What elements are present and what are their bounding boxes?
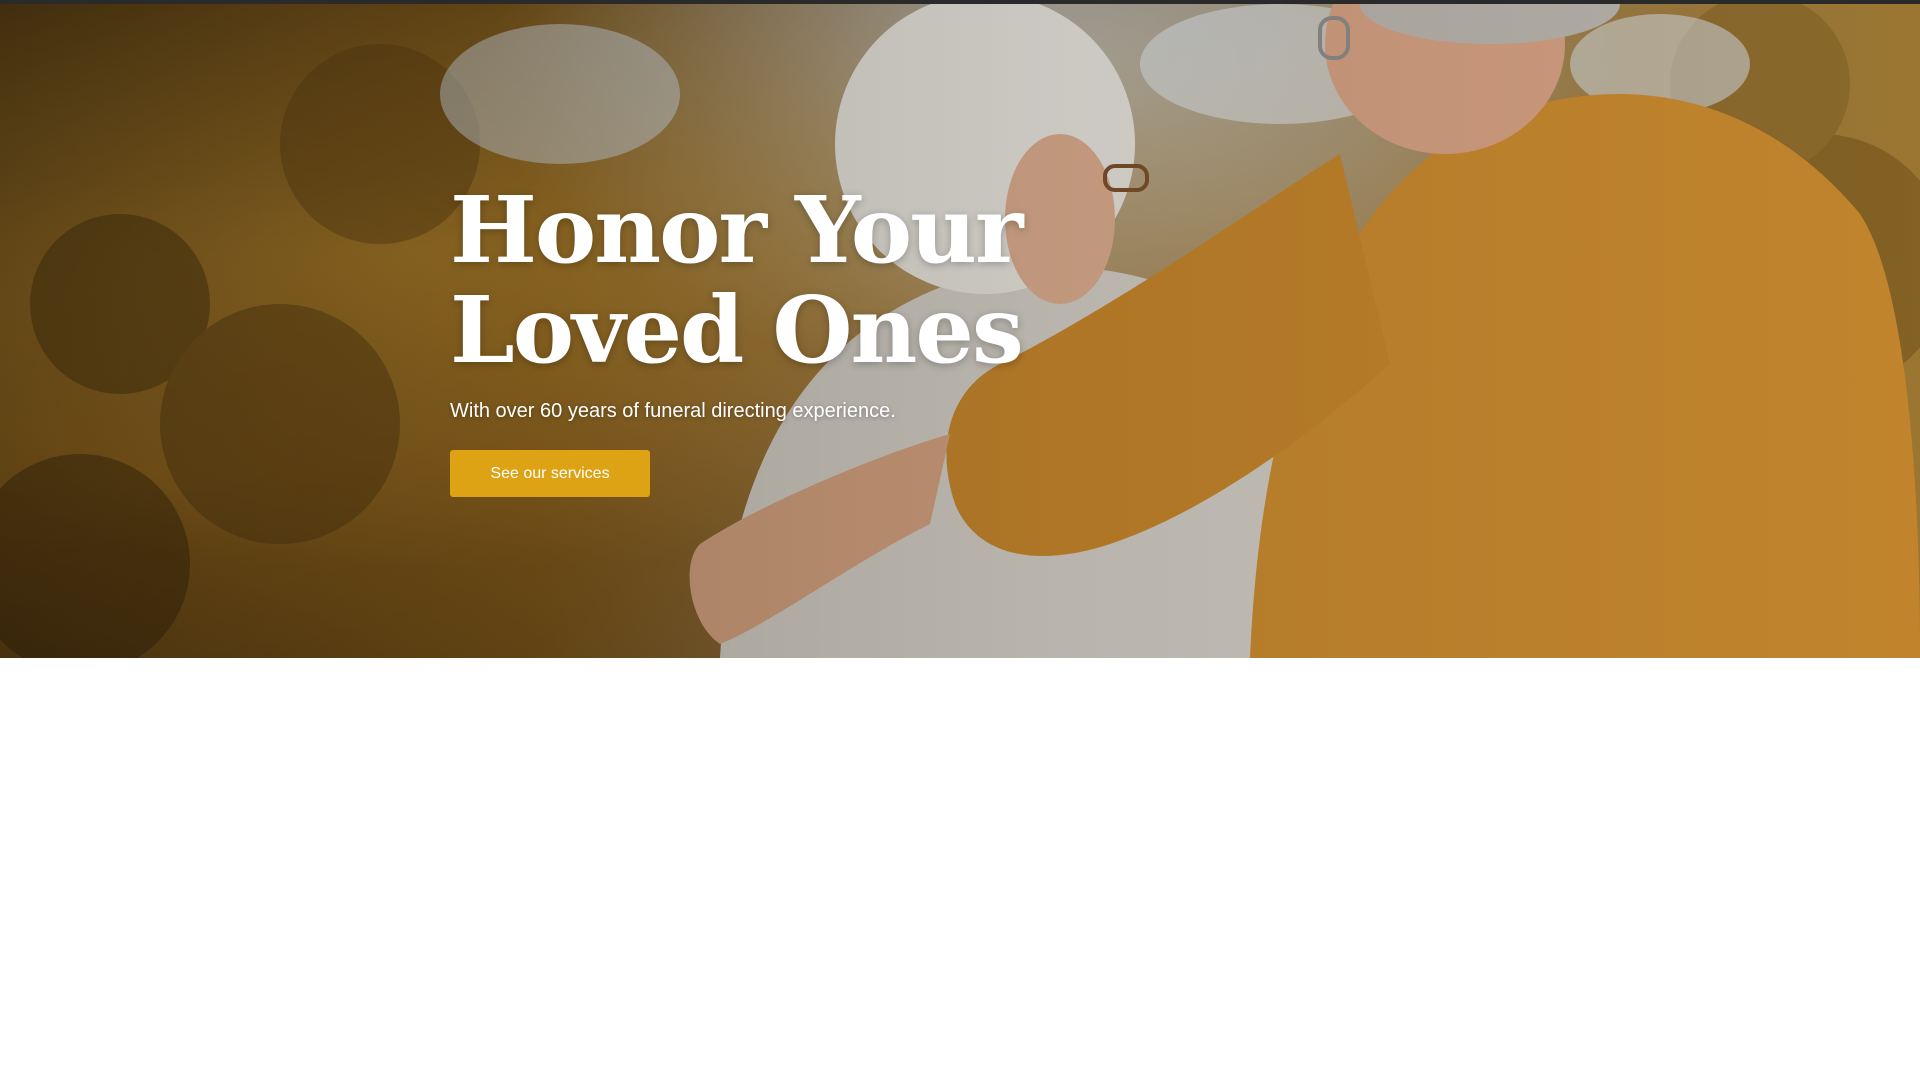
hero-content: Honor Your Loved Ones With over 60 years… [450,180,1210,497]
hero-subtitle: With over 60 years of funeral directing … [450,400,896,422]
hero-section: Honor Your Loved Ones With over 60 years… [0,0,1920,658]
hero-title: Honor Your Loved Ones [450,176,1024,384]
page-content-blank [0,658,1920,1080]
see-our-services-button[interactable]: See our services [450,450,650,497]
